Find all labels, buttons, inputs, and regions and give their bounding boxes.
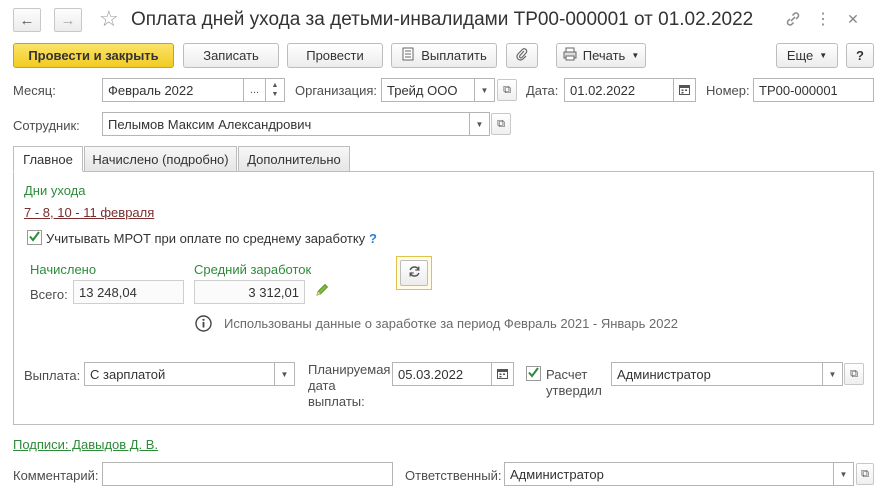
link-icon[interactable] <box>782 8 804 30</box>
responsible-dropdown[interactable]: ▼ <box>834 462 854 486</box>
date-label: Дата: <box>526 83 559 98</box>
mrot-label[interactable]: Учитывать МРОТ при оплате по среднему за… <box>46 231 365 246</box>
pay-button[interactable]: Выплатить <box>391 43 497 68</box>
planned-date-calendar-button[interactable] <box>492 362 514 386</box>
date-field[interactable]: 01.02.2022 <box>564 78 674 102</box>
number-field[interactable]: ТР00-000001 <box>753 78 874 102</box>
edit-pencil-icon[interactable] <box>314 282 330 301</box>
mrot-checkbox[interactable] <box>27 230 42 245</box>
payment-dropdown[interactable]: ▼ <box>275 362 295 386</box>
calc-approved-label: Расчет утвердил <box>546 367 602 398</box>
dropdown-arrow-icon: ▼ <box>828 369 837 379</box>
responsible-label: Ответственный: <box>405 468 502 483</box>
print-button[interactable]: Печать ▼ <box>556 43 646 68</box>
calc-approved-checkbox[interactable] <box>526 366 541 381</box>
date-calendar-button[interactable] <box>674 78 696 102</box>
avg-earnings-field: 3 312,01 <box>194 280 305 304</box>
total-field: 13 248,04 <box>73 280 184 304</box>
signatures-link[interactable]: Подписи: Давыдов Д. В. <box>13 437 158 452</box>
arrow-left-icon: ← <box>19 11 35 29</box>
checkmark-icon <box>527 366 540 382</box>
refresh-icon <box>408 265 421 281</box>
help-button[interactable]: ? <box>846 43 874 68</box>
accrued-title: Начислено <box>30 262 97 277</box>
approver-field[interactable]: Администратор <box>611 362 823 386</box>
responsible-open-button[interactable]: ⧉ <box>856 463 874 485</box>
month-stepper[interactable]: ▲ ▼ <box>266 78 285 102</box>
org-open-button[interactable]: ⧉ <box>497 79 517 101</box>
printer-icon <box>563 47 577 64</box>
tab-main[interactable]: Главное <box>13 146 83 172</box>
org-field[interactable]: Трейд ООО <box>381 78 475 102</box>
planned-date-field[interactable]: 05.03.2022 <box>392 362 492 386</box>
payment-field[interactable]: С зарплатой <box>84 362 275 386</box>
info-icon <box>195 315 212 335</box>
care-days-link[interactable]: 7 - 8, 10 - 11 февраля <box>24 205 154 220</box>
employee-dropdown[interactable]: ▼ <box>470 112 490 136</box>
post-button[interactable]: Провести <box>287 43 383 68</box>
month-select-button[interactable]: ... <box>244 78 266 102</box>
responsible-field[interactable]: Администратор <box>504 462 834 486</box>
employee-field[interactable]: Пелымов Максим Александрович <box>102 112 470 136</box>
planned-date-label: Планируемая дата выплаты: <box>308 362 391 409</box>
back-button[interactable]: ← <box>13 8 41 32</box>
info-text: Использованы данные о заработке за перио… <box>224 316 678 331</box>
total-label: Всего: <box>30 287 68 302</box>
approver-open-button[interactable]: ⧉ <box>844 363 864 385</box>
post-and-close-button[interactable]: Провести и закрыть <box>13 43 174 68</box>
save-button[interactable]: Записать <box>183 43 279 68</box>
dropdown-arrow-icon: ▼ <box>480 85 489 95</box>
open-form-icon: ⧉ <box>503 83 511 96</box>
more-button[interactable]: Еще ▼ <box>776 43 838 68</box>
attach-button[interactable] <box>506 43 538 68</box>
favorite-star-icon[interactable]: ☆ <box>99 6 119 32</box>
chevron-down-icon[interactable]: ▼ <box>272 90 279 99</box>
employee-label: Сотрудник: <box>13 118 80 133</box>
chevron-up-icon[interactable]: ▲ <box>272 81 279 90</box>
dropdown-arrow-icon: ▼ <box>475 119 484 129</box>
tab-additional[interactable]: Дополнительно <box>238 146 350 172</box>
calendar-icon <box>679 84 690 97</box>
comment-field[interactable] <box>102 462 393 486</box>
open-form-icon: ⧉ <box>850 367 858 380</box>
payment-label: Выплата: <box>24 368 81 383</box>
avg-earnings-title: Средний заработок <box>194 262 312 277</box>
paperclip-icon <box>515 47 529 64</box>
dropdown-arrow-icon: ▼ <box>631 51 640 60</box>
tab-accrued-detailed[interactable]: Начислено (подробно) <box>84 146 237 172</box>
forward-button[interactable]: → <box>54 8 82 32</box>
org-label: Организация: <box>295 83 378 98</box>
refresh-button[interactable] <box>396 256 432 290</box>
window-title: Оплата дней ухода за детьми-инвалидами Т… <box>131 9 754 30</box>
approver-dropdown[interactable]: ▼ <box>823 362 843 386</box>
open-form-icon: ⧉ <box>861 467 869 480</box>
comment-label: Комментарий: <box>13 468 99 483</box>
dropdown-arrow-icon: ▼ <box>839 469 848 479</box>
calendar-icon <box>497 368 508 381</box>
care-days-title: Дни ухода <box>24 183 86 198</box>
dropdown-arrow-icon: ▼ <box>280 369 289 379</box>
month-field[interactable]: Февраль 2022 <box>102 78 244 102</box>
arrow-right-icon: → <box>60 11 76 29</box>
org-dropdown[interactable]: ▼ <box>475 78 495 102</box>
dropdown-arrow-icon: ▼ <box>819 51 828 60</box>
open-form-icon: ⧉ <box>497 117 505 130</box>
checkmark-icon <box>28 230 41 246</box>
mrot-help-icon[interactable]: ? <box>369 231 377 246</box>
more-vertical-icon[interactable]: ⋮ <box>812 8 834 30</box>
document-icon <box>401 47 415 64</box>
number-label: Номер: <box>706 83 750 98</box>
employee-open-button[interactable]: ⧉ <box>491 113 511 135</box>
close-icon[interactable]: ✕ <box>842 8 864 30</box>
month-label: Месяц: <box>13 83 56 98</box>
